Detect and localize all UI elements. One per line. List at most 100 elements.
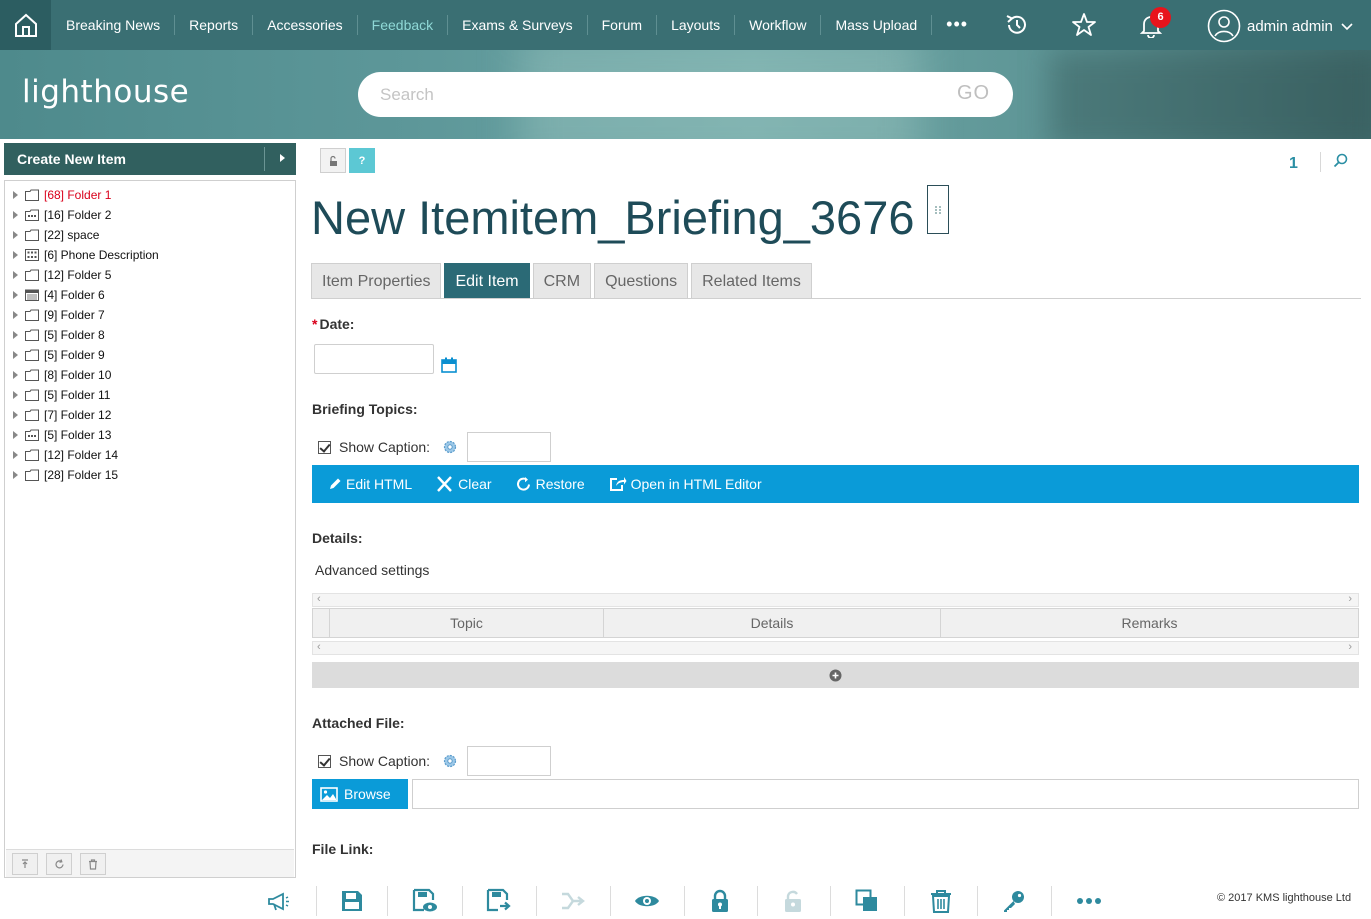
tree-item[interactable]: [5] Folder 13: [13, 425, 111, 445]
expand-icon[interactable]: [13, 391, 18, 399]
nav-item-reports[interactable]: Reports: [175, 15, 254, 35]
announce-button[interactable]: [243, 884, 313, 918]
more-actions-button[interactable]: [1054, 884, 1124, 918]
tab-crm[interactable]: CRM: [532, 263, 592, 299]
grid-scrollbar-bottom[interactable]: ‹ ›: [312, 641, 1359, 655]
expand-icon[interactable]: [13, 411, 18, 419]
nav-item-breaking-news[interactable]: Breaking News: [52, 15, 176, 35]
expand-icon[interactable]: [13, 331, 18, 339]
workflow-button[interactable]: [538, 884, 608, 918]
preview-button[interactable]: [612, 884, 682, 918]
delete-tree-button[interactable]: [80, 853, 106, 875]
column-header-details[interactable]: Details: [603, 609, 940, 637]
tab-edit-item[interactable]: Edit Item: [444, 263, 530, 299]
column-header-remarks[interactable]: Remarks: [940, 609, 1358, 637]
tree-item[interactable]: [28] Folder 15: [13, 465, 118, 485]
gear-icon[interactable]: [442, 753, 458, 769]
nav-item-mass-upload[interactable]: Mass Upload: [821, 15, 933, 35]
permissions-button[interactable]: [979, 884, 1049, 918]
save-button[interactable]: [317, 884, 387, 918]
caption-input[interactable]: [467, 746, 551, 776]
lock-button[interactable]: [685, 884, 755, 918]
tree-item[interactable]: [22] space: [13, 225, 99, 245]
expand-icon[interactable]: [13, 231, 18, 239]
tree-item[interactable]: [5] Folder 8: [13, 325, 105, 345]
browse-button[interactable]: Browse: [312, 779, 408, 809]
page-number[interactable]: 1: [1289, 155, 1298, 173]
unlock-button[interactable]: [759, 884, 829, 918]
gear-icon[interactable]: [442, 439, 458, 455]
expand-icon[interactable]: [13, 351, 18, 359]
tree-item[interactable]: [12] Folder 5: [13, 265, 111, 285]
lock-toggle-button[interactable]: [320, 148, 346, 173]
add-row-button[interactable]: [312, 662, 1359, 688]
collapse-top-button[interactable]: [12, 853, 38, 875]
expand-icon[interactable]: [13, 431, 18, 439]
search-go-button[interactable]: GO: [957, 82, 990, 105]
nav-item-workflow[interactable]: Workflow: [735, 15, 822, 35]
search-input[interactable]: [380, 84, 920, 106]
tab-questions[interactable]: Questions: [594, 263, 689, 299]
show-caption-checkbox[interactable]: [318, 754, 331, 768]
home-button[interactable]: [0, 0, 51, 50]
nav-item-feedback[interactable]: Feedback: [358, 15, 449, 35]
tab-item-properties[interactable]: Item Properties: [311, 263, 442, 299]
edit-html-button[interactable]: Edit HTML: [328, 476, 412, 492]
caret-right-icon[interactable]: [280, 154, 285, 162]
lighthouse-logo[interactable]: lighthouse: [22, 74, 189, 110]
restore-button[interactable]: Restore: [516, 476, 585, 492]
create-new-item-button[interactable]: Create New Item: [4, 143, 296, 175]
expand-icon[interactable]: [13, 451, 18, 459]
advanced-settings-link[interactable]: Advanced settings: [315, 562, 429, 578]
expand-icon[interactable]: [13, 271, 18, 279]
scroll-left-arrow[interactable]: ‹: [317, 593, 321, 605]
tree-item[interactable]: [5] Folder 11: [13, 385, 110, 405]
scroll-right-arrow[interactable]: ›: [1348, 641, 1352, 653]
nav-item-exams-surveys[interactable]: Exams & Surveys: [448, 15, 588, 35]
favorites-button[interactable]: [1071, 12, 1097, 38]
tree-item[interactable]: [5] Folder 9: [13, 345, 105, 365]
history-button[interactable]: [1004, 12, 1030, 38]
expand-icon[interactable]: [13, 191, 18, 199]
tab-related-items[interactable]: Related Items: [691, 263, 812, 299]
calendar-icon[interactable]: [441, 357, 457, 373]
search-icon[interactable]: [1333, 153, 1348, 168]
scroll-right-arrow[interactable]: ›: [1348, 593, 1352, 605]
expand-icon[interactable]: [13, 211, 18, 219]
save-and-preview-button[interactable]: [390, 884, 460, 918]
nav-more-button[interactable]: •••: [932, 15, 982, 35]
tree-item[interactable]: [16] Folder 2: [13, 205, 111, 225]
expand-icon[interactable]: [13, 291, 18, 299]
duplicate-button[interactable]: [832, 884, 902, 918]
tree-item[interactable]: [9] Folder 7: [13, 305, 105, 325]
expand-icon[interactable]: [13, 471, 18, 479]
grid-scrollbar-top[interactable]: ‹ ›: [312, 593, 1359, 607]
help-button[interactable]: ?: [349, 148, 375, 173]
nav-item-layouts[interactable]: Layouts: [657, 15, 736, 35]
caption-input[interactable]: [467, 432, 551, 462]
save-and-exit-button[interactable]: [464, 884, 534, 918]
nav-item-forum[interactable]: Forum: [588, 15, 658, 35]
expand-icon[interactable]: [13, 311, 18, 319]
column-header-topic[interactable]: Topic: [329, 609, 603, 637]
refresh-tree-button[interactable]: [46, 853, 72, 875]
trash-icon: [89, 858, 97, 870]
show-caption-checkbox[interactable]: [318, 440, 331, 454]
user-menu[interactable]: admin admin: [1207, 9, 1355, 43]
expand-icon[interactable]: [13, 251, 18, 259]
tree-item[interactable]: [7] Folder 12: [13, 405, 111, 425]
scroll-left-arrow[interactable]: ‹: [317, 641, 321, 653]
tree-item[interactable]: [68] Folder 1: [13, 185, 111, 205]
expand-icon[interactable]: [13, 371, 18, 379]
tree-item[interactable]: [6] Phone Description: [13, 245, 159, 265]
open-html-editor-button[interactable]: Open in HTML Editor: [609, 476, 762, 492]
tree-item[interactable]: [8] Folder 10: [13, 365, 111, 385]
tree-item[interactable]: [4] Folder 6: [13, 285, 105, 305]
clear-button[interactable]: Clear: [436, 476, 492, 492]
delete-button[interactable]: [906, 884, 976, 918]
title-drag-handle[interactable]: [927, 185, 949, 234]
date-input[interactable]: [314, 344, 434, 374]
nav-item-accessories[interactable]: Accessories: [253, 15, 358, 35]
tree-item[interactable]: [12] Folder 14: [13, 445, 118, 465]
file-path-input[interactable]: [412, 779, 1359, 809]
